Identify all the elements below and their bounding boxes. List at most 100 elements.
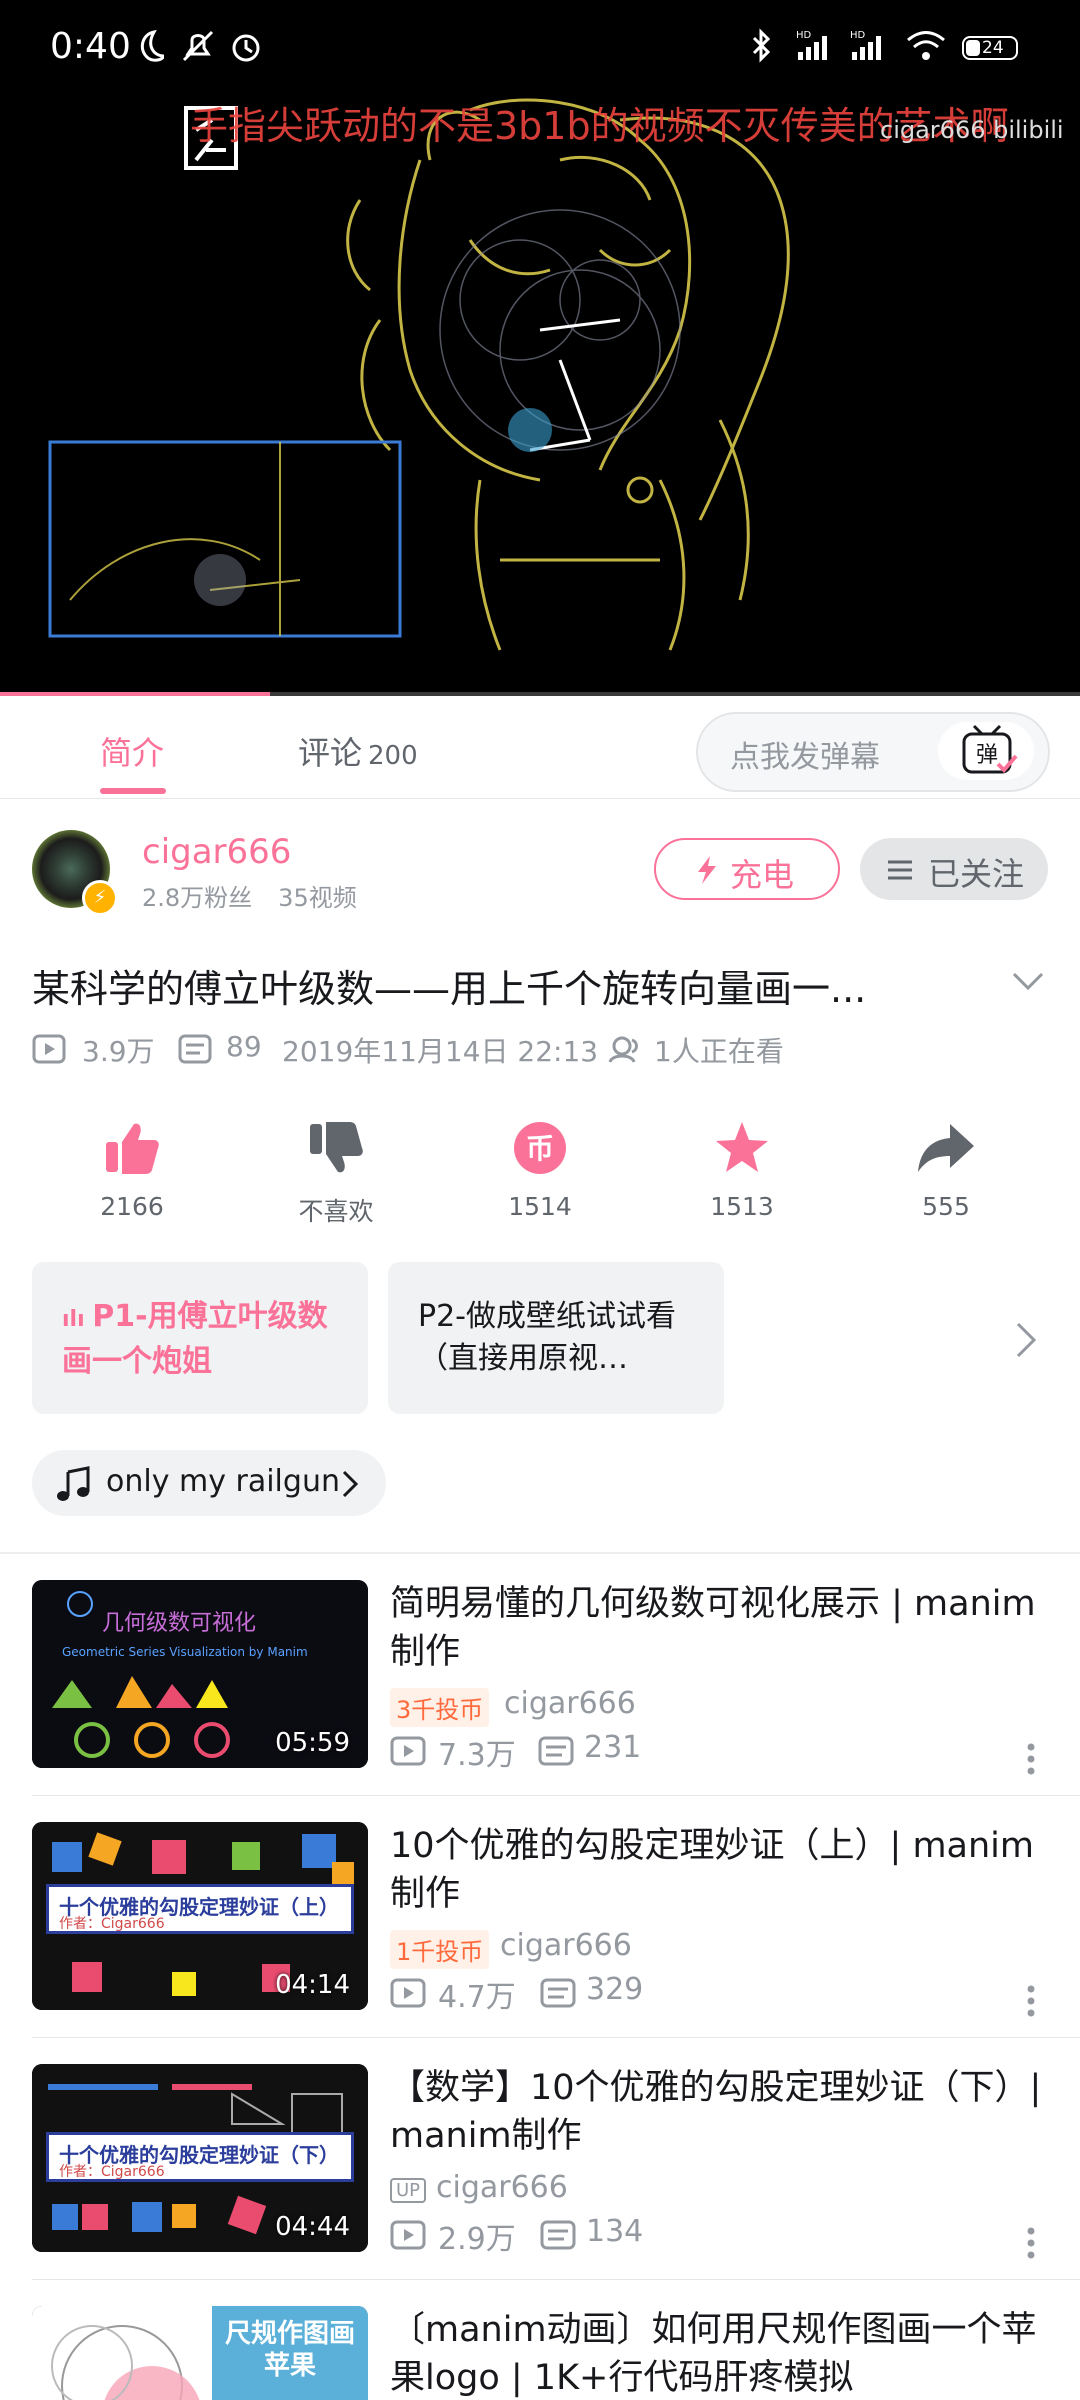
recommendation-item[interactable]: 几何级数可视化 Geometric Series Visualization b… bbox=[0, 1580, 1080, 1822]
recommendation-item[interactable]: 十个优雅的勾股定理妙证（下） 作者：Cigar666 04:44 【数学】10个… bbox=[0, 2064, 1080, 2306]
danmaku-toggle-button[interactable]: 弹 bbox=[938, 722, 1034, 780]
play-count-icon bbox=[390, 2220, 426, 2250]
more-options-icon[interactable] bbox=[1024, 1742, 1038, 1778]
play-count-icon bbox=[390, 1736, 426, 1766]
tab-intro[interactable]: 简介 bbox=[100, 728, 164, 774]
danmaku-input-placeholder: 点我发弹幕 bbox=[730, 740, 880, 775]
share-count: 555 bbox=[922, 1192, 970, 1221]
danmaku-count-icon bbox=[178, 1034, 212, 1064]
thumb-title-text: 几何级数可视化 bbox=[102, 1611, 256, 1636]
share-button[interactable]: 555 bbox=[876, 1118, 1016, 1221]
danmaku-count-icon bbox=[540, 2220, 576, 2250]
thumbnail-caption: 十个优雅的勾股定理妙证（下） 作者：Cigar666 bbox=[46, 2132, 354, 2182]
video-progress-fill bbox=[0, 692, 270, 696]
video-player[interactable]: 手指尖跃动的不是3b1b的视频不灭传美的艺术啊 cigar666 bilibil… bbox=[0, 0, 1080, 696]
follow-button-label: 已关注 bbox=[928, 855, 1025, 893]
signal-icon: HD bbox=[796, 30, 827, 60]
video-title[interactable]: 简明易懂的几何级数可视化展示 | manim制作 bbox=[390, 1580, 1050, 1676]
lightning-icon bbox=[698, 856, 716, 884]
tab-comments-label: 评论 bbox=[298, 734, 363, 772]
svg-text:HD: HD bbox=[850, 30, 866, 41]
play-count-icon bbox=[32, 1034, 66, 1064]
part-1-label: P1-用傅立叶级数画一个炮姐 bbox=[62, 1299, 328, 1379]
video-duration: 04:14 bbox=[275, 1970, 350, 2000]
bilibili-watermark: cigar666 bilibili bbox=[880, 116, 1064, 144]
item-separator bbox=[32, 2279, 1080, 2280]
coin-badge: 3千投币 bbox=[390, 1688, 490, 1727]
video-title[interactable]: 【数学】10个优雅的勾股定理妙证（下）| manim制作 bbox=[390, 2064, 1050, 2160]
charge-button-label: 充电 bbox=[730, 856, 795, 894]
watching-now: 1人正在看 bbox=[654, 1035, 784, 1068]
coin-badge: 1千投币 bbox=[390, 1930, 490, 1969]
video-thumbnail[interactable]: 几何级数可视化 Geometric Series Visualization b… bbox=[32, 1580, 368, 1768]
more-options-icon[interactable] bbox=[1024, 2226, 1038, 2262]
video-thumbnail[interactable]: 十个优雅的勾股定理妙证（下） 作者：Cigar666 04:44 bbox=[32, 2064, 368, 2252]
bluetooth-icon bbox=[752, 28, 771, 63]
item-separator bbox=[32, 1795, 1080, 1796]
svg-text:币: 币 bbox=[526, 1132, 554, 1165]
uploader-name[interactable]: cigar666 bbox=[142, 832, 291, 872]
thumbs-up-icon bbox=[106, 1123, 159, 1174]
favorite-count: 1513 bbox=[710, 1192, 774, 1221]
music-chip[interactable]: only my railgun bbox=[32, 1450, 386, 1516]
tab-active-indicator bbox=[100, 788, 166, 794]
status-time: 0:40 bbox=[50, 26, 131, 67]
view-count: 2.9万 bbox=[438, 2222, 516, 2257]
dislike-button[interactable]: 不喜欢 bbox=[266, 1118, 406, 1228]
favorite-button[interactable]: 1513 bbox=[672, 1118, 812, 1221]
recommendation-item[interactable]: 尺规作图画苹果 〔manim动画〕如何用尺规作图画一个苹果logo | 1K+行… bbox=[0, 2306, 1080, 2400]
chevron-right-icon bbox=[342, 1470, 359, 1498]
danmaku-input[interactable]: 点我发弹幕 弹 bbox=[696, 712, 1050, 792]
alarm-icon bbox=[232, 34, 260, 62]
coin-count: 1514 bbox=[508, 1192, 572, 1221]
watching-people-icon bbox=[608, 1036, 638, 1063]
danmaku-toggle-label: 弹 bbox=[976, 743, 998, 768]
item-separator bbox=[32, 2037, 1080, 2038]
danmaku-count-icon bbox=[540, 1978, 576, 2008]
video-thumbnail[interactable]: 尺规作图画苹果 bbox=[32, 2306, 368, 2400]
more-options-icon[interactable] bbox=[1024, 1984, 1038, 2020]
video-author: cigar666 bbox=[500, 1928, 632, 1963]
coin-button[interactable]: 币 1514 bbox=[470, 1118, 610, 1221]
part-1-playing-icon: ılı bbox=[62, 1307, 93, 1332]
thumb-subtitle-text: Geometric Series Visualization by Manim bbox=[62, 1645, 308, 1659]
video-thumbnail[interactable]: 十个优雅的勾股定理妙证（上） 作者：Cigar666 04:14 bbox=[32, 1822, 368, 2010]
video-title[interactable]: 10个优雅的勾股定理妙证（上）| manim制作 bbox=[390, 1822, 1050, 1918]
comments-count: 200 bbox=[368, 741, 418, 771]
thumb-subtitle-text: 作者：Cigar666 bbox=[59, 2164, 165, 2180]
follow-button[interactable]: 已关注 bbox=[860, 838, 1048, 900]
part-1-card[interactable]: ılı P1-用傅立叶级数画一个炮姐 bbox=[32, 1262, 368, 1414]
video-author: cigar666 bbox=[504, 1686, 636, 1721]
video-title[interactable]: 〔manim动画〕如何用尺规作图画一个苹果logo | 1K+行代码肝疼模拟 bbox=[390, 2306, 1050, 2400]
view-count: 7.3万 bbox=[438, 1738, 516, 1773]
share-arrow-icon bbox=[918, 1124, 974, 1172]
danmaku-count: 134 bbox=[586, 2214, 644, 2249]
danmaku-count: 89 bbox=[226, 1030, 262, 1063]
charge-button[interactable]: 充电 bbox=[654, 838, 840, 900]
star-icon bbox=[716, 1122, 768, 1172]
video-progress-bar[interactable] bbox=[0, 692, 1080, 696]
music-title: only my railgun bbox=[106, 1464, 340, 1499]
thumbnail-caption: 十个优雅的勾股定理妙证（上） 作者：Cigar666 bbox=[46, 1884, 354, 1934]
uploader-fans: 2.8万粉丝 bbox=[142, 884, 253, 912]
video-author: cigar666 bbox=[436, 2170, 568, 2205]
chevron-right-icon[interactable] bbox=[1010, 1320, 1040, 1360]
like-button[interactable]: 2166 bbox=[62, 1118, 202, 1221]
video-duration: 04:44 bbox=[275, 2212, 350, 2242]
up-badge: UP bbox=[390, 2178, 427, 2203]
danmaku-toggle-icon: 弹 bbox=[962, 724, 1018, 774]
video-title[interactable]: 某科学的傅立叶级数——用上千个旋转向量画一... bbox=[32, 958, 952, 1013]
svg-text:HD: HD bbox=[796, 30, 812, 41]
uploader-stats: 2.8万粉丝 35视频 bbox=[142, 878, 357, 913]
tab-comments[interactable]: 评论 200 bbox=[298, 728, 418, 774]
thumbs-down-icon bbox=[310, 1122, 363, 1173]
uploader-video-count: 35视频 bbox=[278, 884, 357, 912]
recommendation-item[interactable]: 十个优雅的勾股定理妙证（上） 作者：Cigar666 04:14 10个优雅的勾… bbox=[0, 1822, 1080, 2064]
danmaku-count-icon bbox=[538, 1736, 574, 1766]
menu-lines-icon bbox=[888, 860, 912, 880]
chevron-down-icon[interactable] bbox=[1010, 966, 1046, 996]
danmaku-count: 329 bbox=[586, 1972, 644, 2007]
view-count: 3.9万 bbox=[82, 1035, 155, 1068]
view-count: 4.7万 bbox=[438, 1980, 516, 2015]
part-2-card[interactable]: P2-做成壁纸试试看（直接用原视… bbox=[388, 1262, 724, 1414]
